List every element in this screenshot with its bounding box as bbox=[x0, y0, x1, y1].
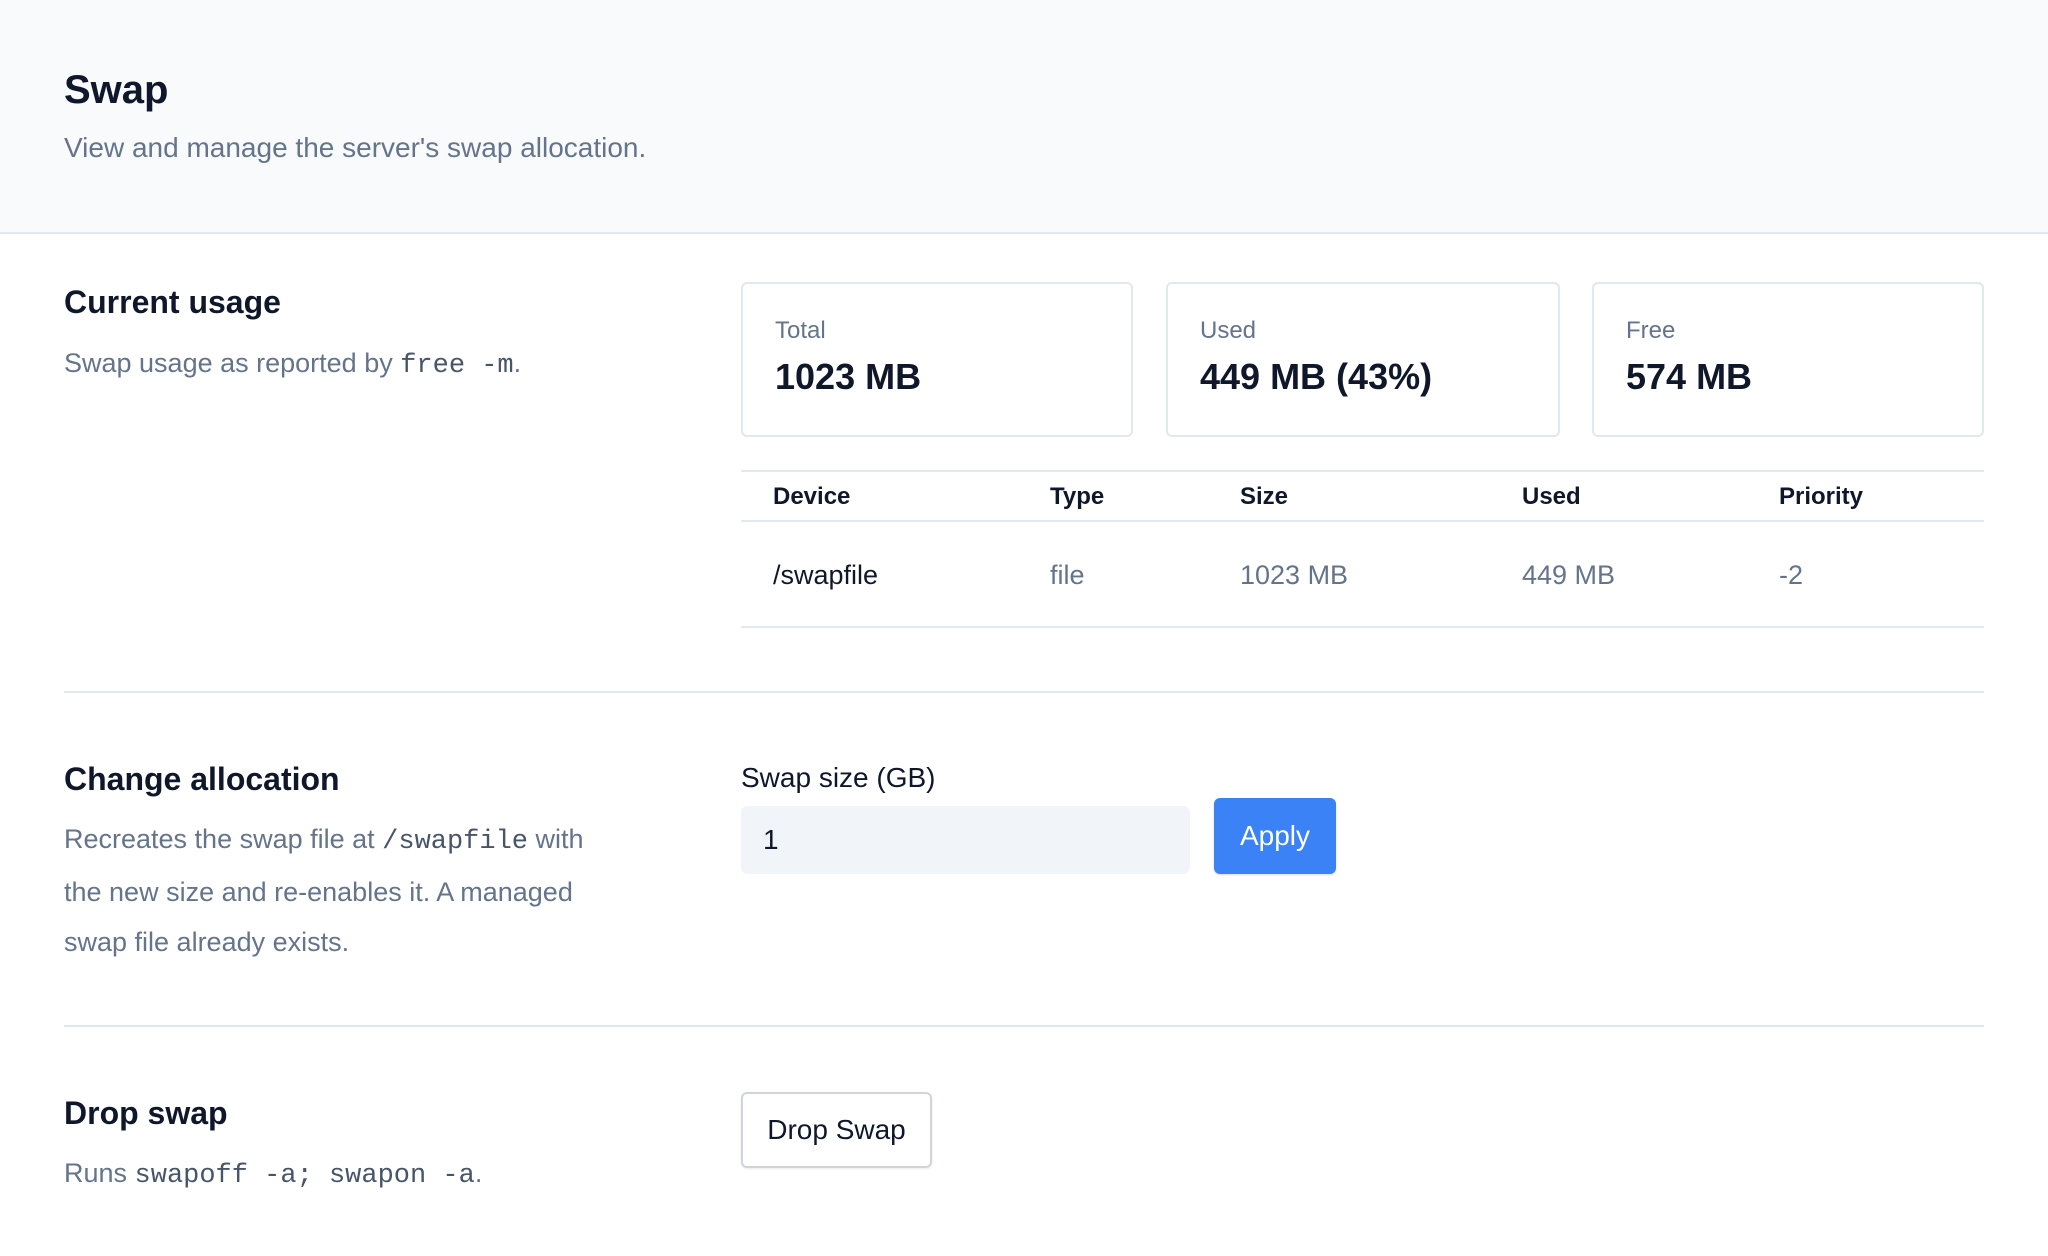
description-text: Swap usage as reported by bbox=[64, 348, 401, 378]
stat-value: 574 MB bbox=[1626, 356, 1753, 397]
stat-label: Used bbox=[1200, 317, 1257, 344]
cell-device: /swapfile bbox=[773, 560, 879, 590]
current-usage-description: Swap usage as reported by free -m. bbox=[64, 338, 624, 391]
table-row: /swapfile file 1023 MB 449 MB -2 bbox=[741, 522, 1984, 628]
description-text: . bbox=[474, 1158, 483, 1188]
stat-label: Free bbox=[1626, 317, 1676, 344]
swap-devices-table: Device Type Size Used Priority /swapfile… bbox=[741, 470, 1984, 628]
command-code: free -m bbox=[400, 351, 514, 381]
apply-button[interactable]: Apply bbox=[1214, 798, 1336, 874]
path-code: /swapfile bbox=[382, 827, 528, 857]
column-header-priority: Priority bbox=[1779, 483, 1864, 510]
description-text: . bbox=[513, 348, 522, 378]
current-usage-title: Current usage bbox=[64, 284, 281, 320]
drop-swap-title: Drop swap bbox=[64, 1095, 228, 1131]
cell-priority: -2 bbox=[1779, 560, 1804, 590]
stat-value: 1023 MB bbox=[775, 356, 922, 397]
column-header-used: Used bbox=[1522, 483, 1581, 510]
page-title: Swap bbox=[64, 68, 169, 112]
swap-size-label: Swap size (GB) bbox=[741, 762, 936, 793]
stat-value: 449 MB (43%) bbox=[1200, 356, 1433, 397]
cell-size: 1023 MB bbox=[1240, 560, 1349, 590]
description-text: Runs bbox=[64, 1158, 135, 1188]
page-subtitle: View and manage the server's swap alloca… bbox=[64, 132, 647, 163]
column-header-type: Type bbox=[1050, 483, 1105, 510]
column-header-device: Device bbox=[773, 483, 851, 510]
column-header-size: Size bbox=[1240, 483, 1289, 510]
change-allocation-description: Recreates the swap file at /swapfile wit… bbox=[64, 814, 624, 967]
stat-card-free: Free 574 MB bbox=[1592, 282, 1984, 437]
stat-card-used: Used 449 MB (43%) bbox=[1166, 282, 1560, 437]
stat-label: Total bbox=[775, 317, 826, 344]
table-header-row: Device Type Size Used Priority bbox=[741, 470, 1984, 522]
stat-card-total: Total 1023 MB bbox=[741, 282, 1133, 437]
swap-size-input[interactable] bbox=[741, 806, 1190, 874]
drop-swap-button[interactable]: Drop Swap bbox=[741, 1092, 932, 1168]
description-text: Recreates the swap file at bbox=[64, 824, 383, 854]
section-divider bbox=[64, 691, 1984, 693]
section-divider bbox=[64, 1025, 1984, 1027]
drop-swap-description: Runs swapoff -a; swapon -a. bbox=[64, 1148, 624, 1201]
cell-type: file bbox=[1050, 560, 1085, 590]
cell-used: 449 MB bbox=[1522, 560, 1616, 590]
change-allocation-title: Change allocation bbox=[64, 761, 340, 797]
page-header: Swap View and manage the server's swap a… bbox=[0, 0, 2048, 234]
command-code: swapoff -a; swapon -a bbox=[134, 1161, 475, 1191]
